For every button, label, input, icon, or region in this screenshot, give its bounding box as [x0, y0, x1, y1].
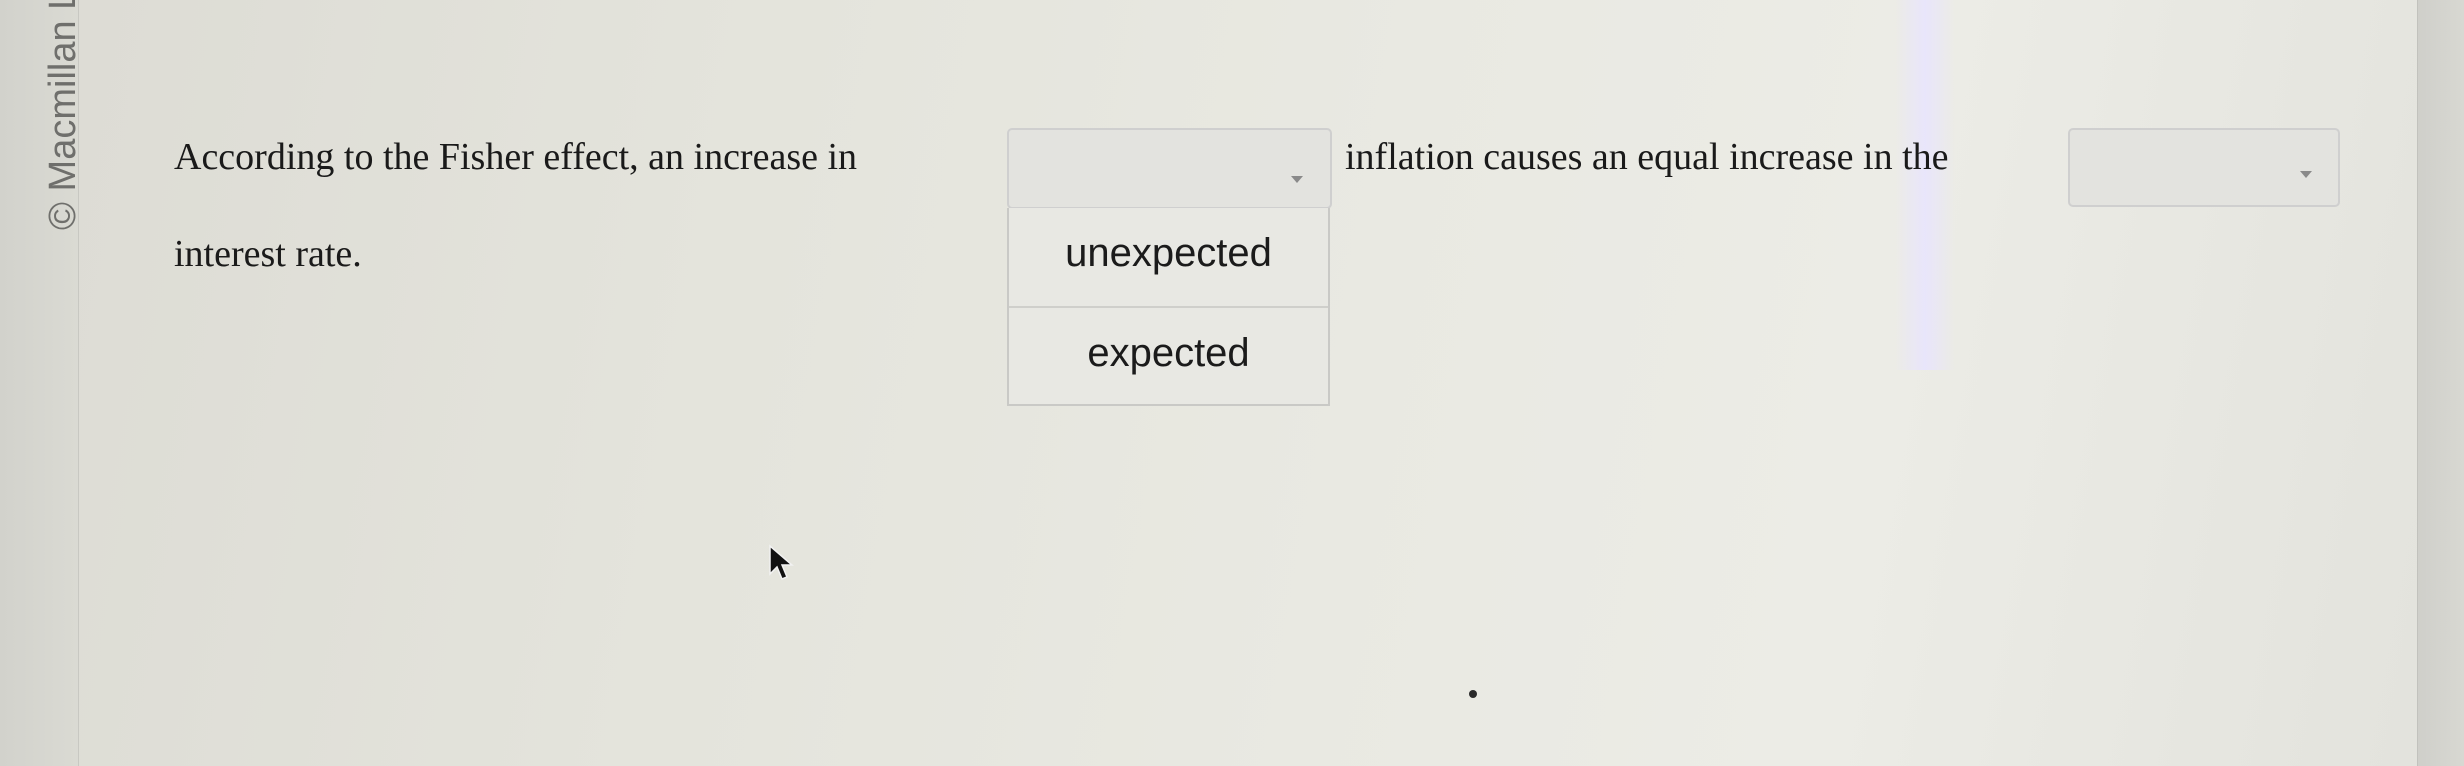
right-margin	[2417, 0, 2464, 766]
left-margin: © Macmillan L	[0, 0, 84, 766]
option-expected[interactable]: expected	[1009, 306, 1328, 403]
copyright-notice: © Macmillan L	[42, 0, 84, 230]
question-text-part-2: inflation causes an equal increase in th…	[1345, 136, 1949, 178]
question-text-part-1: According to the Fisher effect, an incre…	[174, 136, 858, 178]
option-unexpected[interactable]: unexpected	[1009, 208, 1328, 305]
interest-rate-type-dropdown[interactable]	[2068, 128, 2340, 207]
chevron-down-icon	[2300, 171, 2312, 178]
mouse-pointer-icon	[769, 544, 795, 580]
screen-glare	[1895, 0, 1955, 370]
chevron-down-icon	[1291, 176, 1303, 183]
dropdown-menu: unexpected expected	[1007, 208, 1330, 406]
screen-speck	[1469, 690, 1477, 698]
inflation-type-dropdown[interactable]	[1007, 128, 1332, 209]
question-text-part-3: interest rate.	[174, 233, 362, 275]
